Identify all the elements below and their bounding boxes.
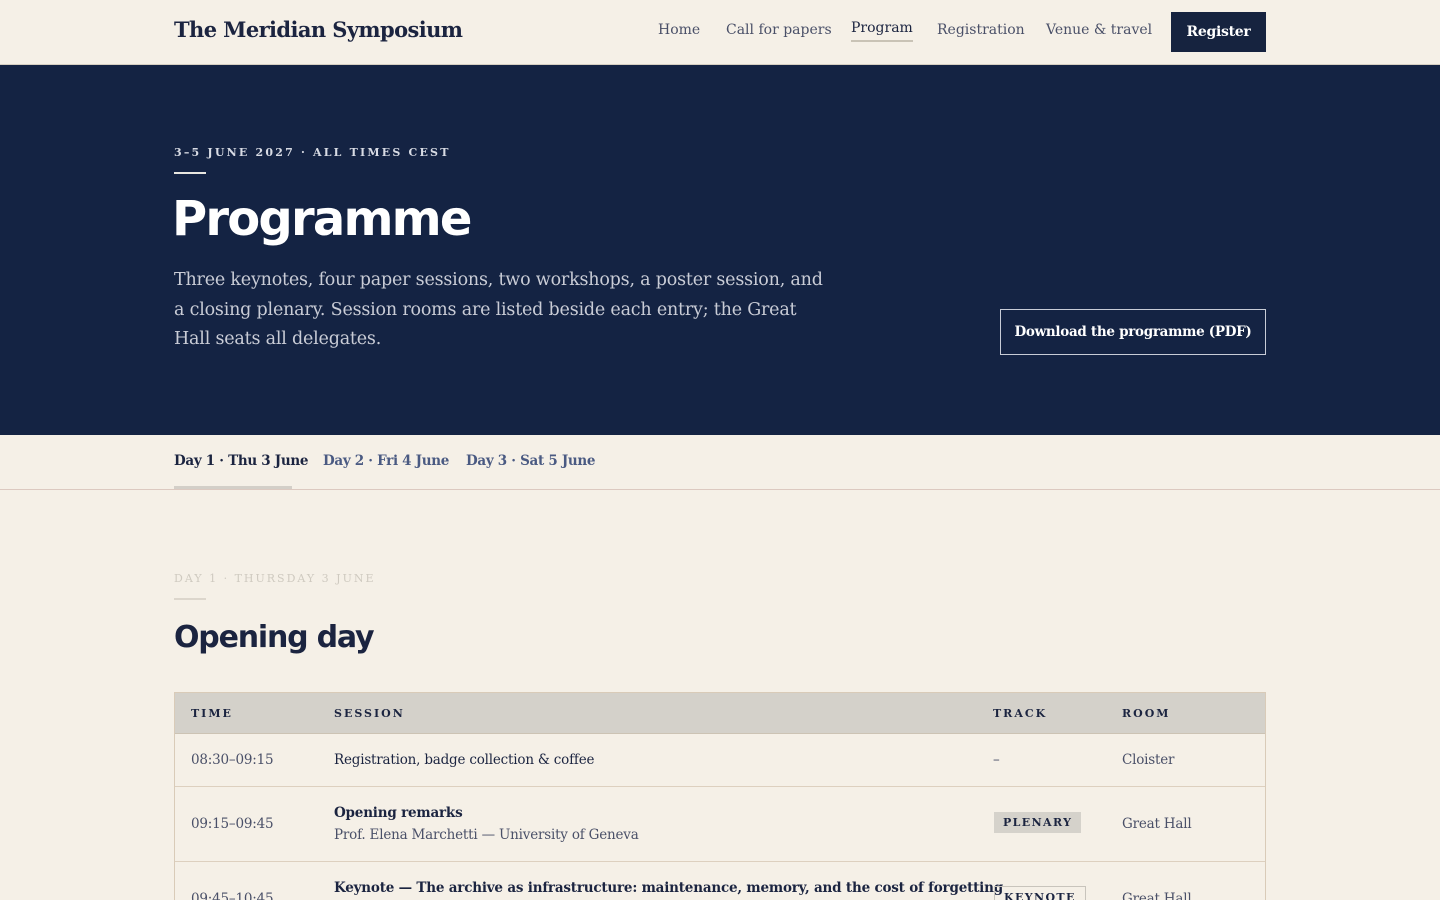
track-badge: PLENARY bbox=[994, 812, 1082, 833]
table-row[interactable]: 09:45–10:45 Keynote — The archive as inf… bbox=[175, 862, 1265, 900]
row-speaker: Prof. Elena Marchetti — University of Ge… bbox=[334, 827, 639, 843]
header-track: TRACK bbox=[993, 707, 1048, 720]
day-title: Opening day bbox=[174, 620, 375, 655]
table-header: TIME SESSION TRACK ROOM bbox=[175, 693, 1265, 734]
event-dates: 3–5 JUNE 2027 · ALL TIMES CEST bbox=[174, 146, 451, 159]
hero-description: Three keynotes, four paper sessions, two… bbox=[174, 270, 823, 349]
row-time: 09:45–10:45 bbox=[191, 891, 274, 900]
header-session: SESSION bbox=[334, 707, 405, 720]
schedule-table: TIME SESSION TRACK ROOM 08:30–09:15 Regi… bbox=[174, 692, 1266, 900]
row-track: – bbox=[993, 752, 1000, 768]
nav-program[interactable]: Program bbox=[851, 20, 913, 42]
header-room: ROOM bbox=[1122, 707, 1171, 720]
page-title: Programme bbox=[172, 191, 472, 247]
row-session: Keynote — The archive as infrastructure:… bbox=[334, 880, 1003, 896]
track-badge: KEYNOTE bbox=[994, 886, 1086, 900]
site-brand[interactable]: The Meridian Symposium bbox=[174, 17, 463, 42]
day-eyebrow: DAY 1 · THURSDAY 3 JUNE bbox=[174, 572, 376, 585]
row-time: 09:15–09:45 bbox=[191, 816, 274, 832]
active-tab-indicator bbox=[174, 486, 292, 489]
row-room: Great Hall bbox=[1122, 891, 1192, 900]
table-row[interactable]: 08:30–09:15 Registration, badge collecti… bbox=[175, 734, 1265, 787]
nav-registration[interactable]: Registration bbox=[937, 22, 1025, 38]
day-divider bbox=[174, 598, 206, 600]
eyebrow-divider bbox=[174, 172, 206, 174]
row-session: Registration, badge collection & coffee bbox=[334, 752, 595, 768]
row-session: Opening remarks bbox=[334, 805, 463, 821]
top-navigation: The Meridian Symposium Home Call for pap… bbox=[0, 0, 1440, 65]
tab-day-3[interactable]: Day 3 · Sat 5 June bbox=[466, 453, 596, 469]
day-tabs: Day 1 · Thu 3 June Day 2 · Fri 4 June Da… bbox=[0, 435, 1440, 490]
row-room: Cloister bbox=[1122, 752, 1175, 768]
nav-call-for-papers[interactable]: Call for papers bbox=[726, 22, 832, 38]
table-row[interactable]: 09:15–09:45 Opening remarks Prof. Elena … bbox=[175, 787, 1265, 862]
row-time: 08:30–09:15 bbox=[191, 752, 274, 768]
register-button[interactable]: Register bbox=[1171, 12, 1266, 52]
row-room: Great Hall bbox=[1122, 816, 1192, 832]
tab-day-1[interactable]: Day 1 · Thu 3 June bbox=[174, 453, 308, 469]
nav-home[interactable]: Home bbox=[658, 22, 700, 38]
hero-banner: 3–5 JUNE 2027 · ALL TIMES CEST Programme… bbox=[0, 65, 1440, 435]
nav-venue-travel[interactable]: Venue & travel bbox=[1046, 22, 1152, 38]
header-time: TIME bbox=[191, 707, 233, 720]
download-programme-button[interactable]: Download the programme (PDF) bbox=[1000, 309, 1266, 355]
tab-day-2[interactable]: Day 2 · Fri 4 June bbox=[323, 453, 449, 469]
